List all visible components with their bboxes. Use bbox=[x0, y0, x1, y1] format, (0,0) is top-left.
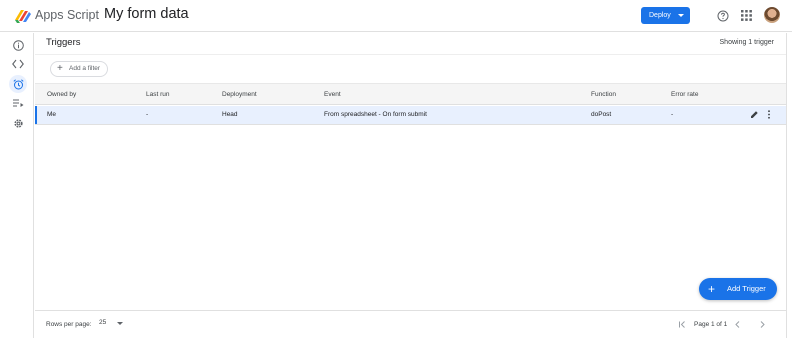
column-header-last-run[interactable]: Last run bbox=[146, 91, 170, 98]
column-header-owned-by[interactable]: Owned by bbox=[47, 91, 76, 98]
info-icon bbox=[12, 39, 24, 51]
deploy-button-label: Deploy bbox=[649, 12, 671, 19]
code-icon bbox=[12, 59, 24, 69]
column-header-function[interactable]: Function bbox=[591, 91, 616, 98]
apps-script-logo-icon[interactable] bbox=[14, 8, 32, 24]
avatar[interactable] bbox=[764, 7, 780, 23]
top-bar: Apps Script My form data Deploy bbox=[0, 0, 792, 32]
plus-icon: + bbox=[57, 63, 63, 74]
gear-icon bbox=[13, 118, 23, 128]
panel-border bbox=[786, 33, 787, 338]
row-divider bbox=[35, 124, 786, 125]
column-header-deployment[interactable]: Deployment bbox=[222, 91, 257, 98]
triggers-panel: Triggers Showing 1 trigger + Add a filte… bbox=[35, 33, 786, 338]
rows-per-page-value: 25 bbox=[99, 319, 107, 326]
more-vertical-icon[interactable] bbox=[766, 110, 772, 119]
add-trigger-button[interactable]: + Add Trigger bbox=[699, 278, 777, 300]
sidebar-item-overview[interactable] bbox=[9, 36, 27, 54]
table-row[interactable]: Me - Head From spreadsheet - On form sub… bbox=[35, 106, 786, 124]
sidebar bbox=[0, 33, 34, 338]
cell-error-rate: - bbox=[671, 111, 674, 118]
table-header: Owned by Last run Deployment Event Funct… bbox=[35, 83, 786, 105]
alarm-clock-icon bbox=[12, 78, 24, 89]
add-filter-button[interactable]: + Add a filter bbox=[50, 61, 108, 77]
add-trigger-label: Add Trigger bbox=[727, 284, 766, 293]
cell-deployment: Head bbox=[222, 111, 238, 118]
chevron-left-icon[interactable] bbox=[733, 320, 742, 329]
rows-per-page-label: Rows per page: bbox=[46, 321, 92, 328]
pencil-icon[interactable] bbox=[750, 110, 759, 119]
deploy-button[interactable]: Deploy bbox=[641, 7, 690, 24]
pagination-footer: Rows per page: 25 Page 1 of 1 bbox=[35, 310, 786, 338]
column-header-event[interactable]: Event bbox=[324, 91, 341, 98]
column-header-error-rate[interactable]: Error rate bbox=[671, 91, 698, 98]
trigger-count: Showing 1 trigger bbox=[719, 39, 774, 46]
cell-function: doPost bbox=[591, 111, 612, 118]
cell-last-run: - bbox=[146, 111, 149, 118]
page-info: Page 1 of 1 bbox=[694, 321, 728, 328]
chevron-down-icon bbox=[678, 14, 684, 17]
first-page-icon[interactable] bbox=[678, 320, 687, 329]
executions-list-icon bbox=[12, 99, 23, 107]
app-name[interactable]: Apps Script bbox=[35, 8, 99, 22]
add-filter-label: Add a filter bbox=[69, 65, 101, 72]
sidebar-item-triggers[interactable] bbox=[9, 75, 27, 93]
sidebar-item-settings[interactable] bbox=[9, 114, 27, 132]
chevron-right-icon[interactable] bbox=[758, 320, 767, 329]
plus-icon: + bbox=[708, 282, 716, 296]
rows-per-page-select[interactable]: 25 bbox=[99, 319, 123, 331]
project-title[interactable]: My form data bbox=[104, 6, 189, 22]
help-circle-icon[interactable] bbox=[717, 10, 729, 22]
sidebar-item-editor[interactable] bbox=[9, 55, 27, 73]
apps-grid-icon[interactable] bbox=[741, 10, 752, 21]
cell-owned-by: Me bbox=[47, 111, 57, 118]
chevron-down-icon bbox=[117, 322, 123, 325]
panel-header: Triggers Showing 1 trigger bbox=[35, 33, 786, 55]
cell-event: From spreadsheet - On form submit bbox=[324, 111, 427, 118]
sidebar-item-executions[interactable] bbox=[9, 94, 27, 112]
page-title: Triggers bbox=[46, 37, 81, 48]
